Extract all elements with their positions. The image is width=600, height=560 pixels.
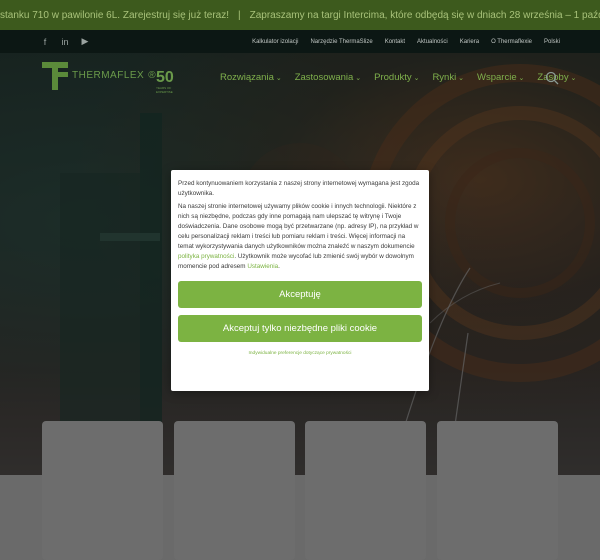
facebook-icon[interactable]: f	[40, 37, 50, 47]
nav-item-markets[interactable]: Rynki	[432, 72, 464, 83]
registered-mark: ®	[148, 69, 157, 81]
nav-item-solutions[interactable]: Rozwiązania	[220, 72, 282, 83]
feature-card[interactable]	[174, 421, 295, 560]
consent-body-text-3: .	[278, 263, 280, 270]
ticker-message-2[interactable]: Zapraszamy na targi Intercima, które odb…	[250, 10, 600, 21]
settings-link[interactable]: Ustawienia	[247, 263, 278, 270]
ticker-separator: |	[238, 9, 241, 21]
main-navigation: Rozwiązania Zastosowania Produkty Rynki …	[220, 72, 576, 83]
logo-text: THERMAFLEX	[72, 69, 145, 81]
feature-card[interactable]	[437, 421, 558, 560]
announcement-ticker: stanku 710 w pawilonie 6L. Zarejestruj s…	[0, 0, 600, 30]
language-selector[interactable]: Polski	[544, 39, 560, 45]
feature-card[interactable]	[305, 421, 426, 560]
anniversary-number: 50	[156, 69, 174, 86]
utility-links: Kalkulator izolacji Narzędzie ThermaSliz…	[252, 30, 560, 53]
util-link-career[interactable]: Kariera	[460, 39, 479, 45]
consent-intro: Przed kontynuowaniem korzystania z nasze…	[178, 180, 420, 197]
accept-essential-button[interactable]: Akceptuj tylko niezbędne pliki cookie	[178, 315, 422, 342]
accept-all-button[interactable]: Akceptuję	[178, 281, 422, 308]
feature-card[interactable]	[42, 421, 163, 560]
thermaflex-logo-icon	[42, 62, 68, 90]
privacy-policy-link[interactable]: polityka prywatności	[178, 253, 234, 260]
utility-bar: f in ▶ Kalkulator izolacji Narzędzie The…	[0, 30, 600, 53]
thermaflex-logo[interactable]: THERMAFLEX ®	[42, 60, 156, 90]
linkedin-icon[interactable]: in	[60, 37, 70, 47]
nav-item-support[interactable]: Wsparcie	[477, 72, 524, 83]
util-link-about[interactable]: O Thermaflexie	[491, 39, 532, 45]
util-link-insulation-calculator[interactable]: Kalkulator izolacji	[252, 39, 298, 45]
nav-item-applications[interactable]: Zastosowania	[295, 72, 361, 83]
util-link-news[interactable]: Aktualności	[417, 39, 448, 45]
util-link-contact[interactable]: Kontakt	[385, 39, 405, 45]
consent-body: Na naszej stronie internetowej używamy p…	[178, 202, 422, 272]
consent-body-text-1: Na naszej stronie internetowej używamy p…	[178, 203, 419, 250]
nav-item-products[interactable]: Produkty	[374, 72, 419, 83]
privacy-preferences-link[interactable]: Indywidualne preferencje dotyczące prywa…	[178, 351, 422, 356]
anniversary-badge: 50 YEARS OF EXPERTISE	[156, 69, 184, 95]
search-icon[interactable]	[545, 71, 559, 85]
social-links: f in ▶	[40, 30, 90, 53]
youtube-icon[interactable]: ▶	[80, 36, 90, 47]
ticker-message-1[interactable]: stanku 710 w pawilonie 6L. Zarejestruj s…	[0, 10, 229, 21]
util-link-thermaslize-tool[interactable]: Narzędzie ThermaSlize	[310, 39, 372, 45]
anniversary-subtitle: YEARS OF EXPERTISE	[156, 86, 173, 94]
cookie-consent-dialog: Przed kontynuowaniem korzystania z nasze…	[171, 170, 429, 391]
